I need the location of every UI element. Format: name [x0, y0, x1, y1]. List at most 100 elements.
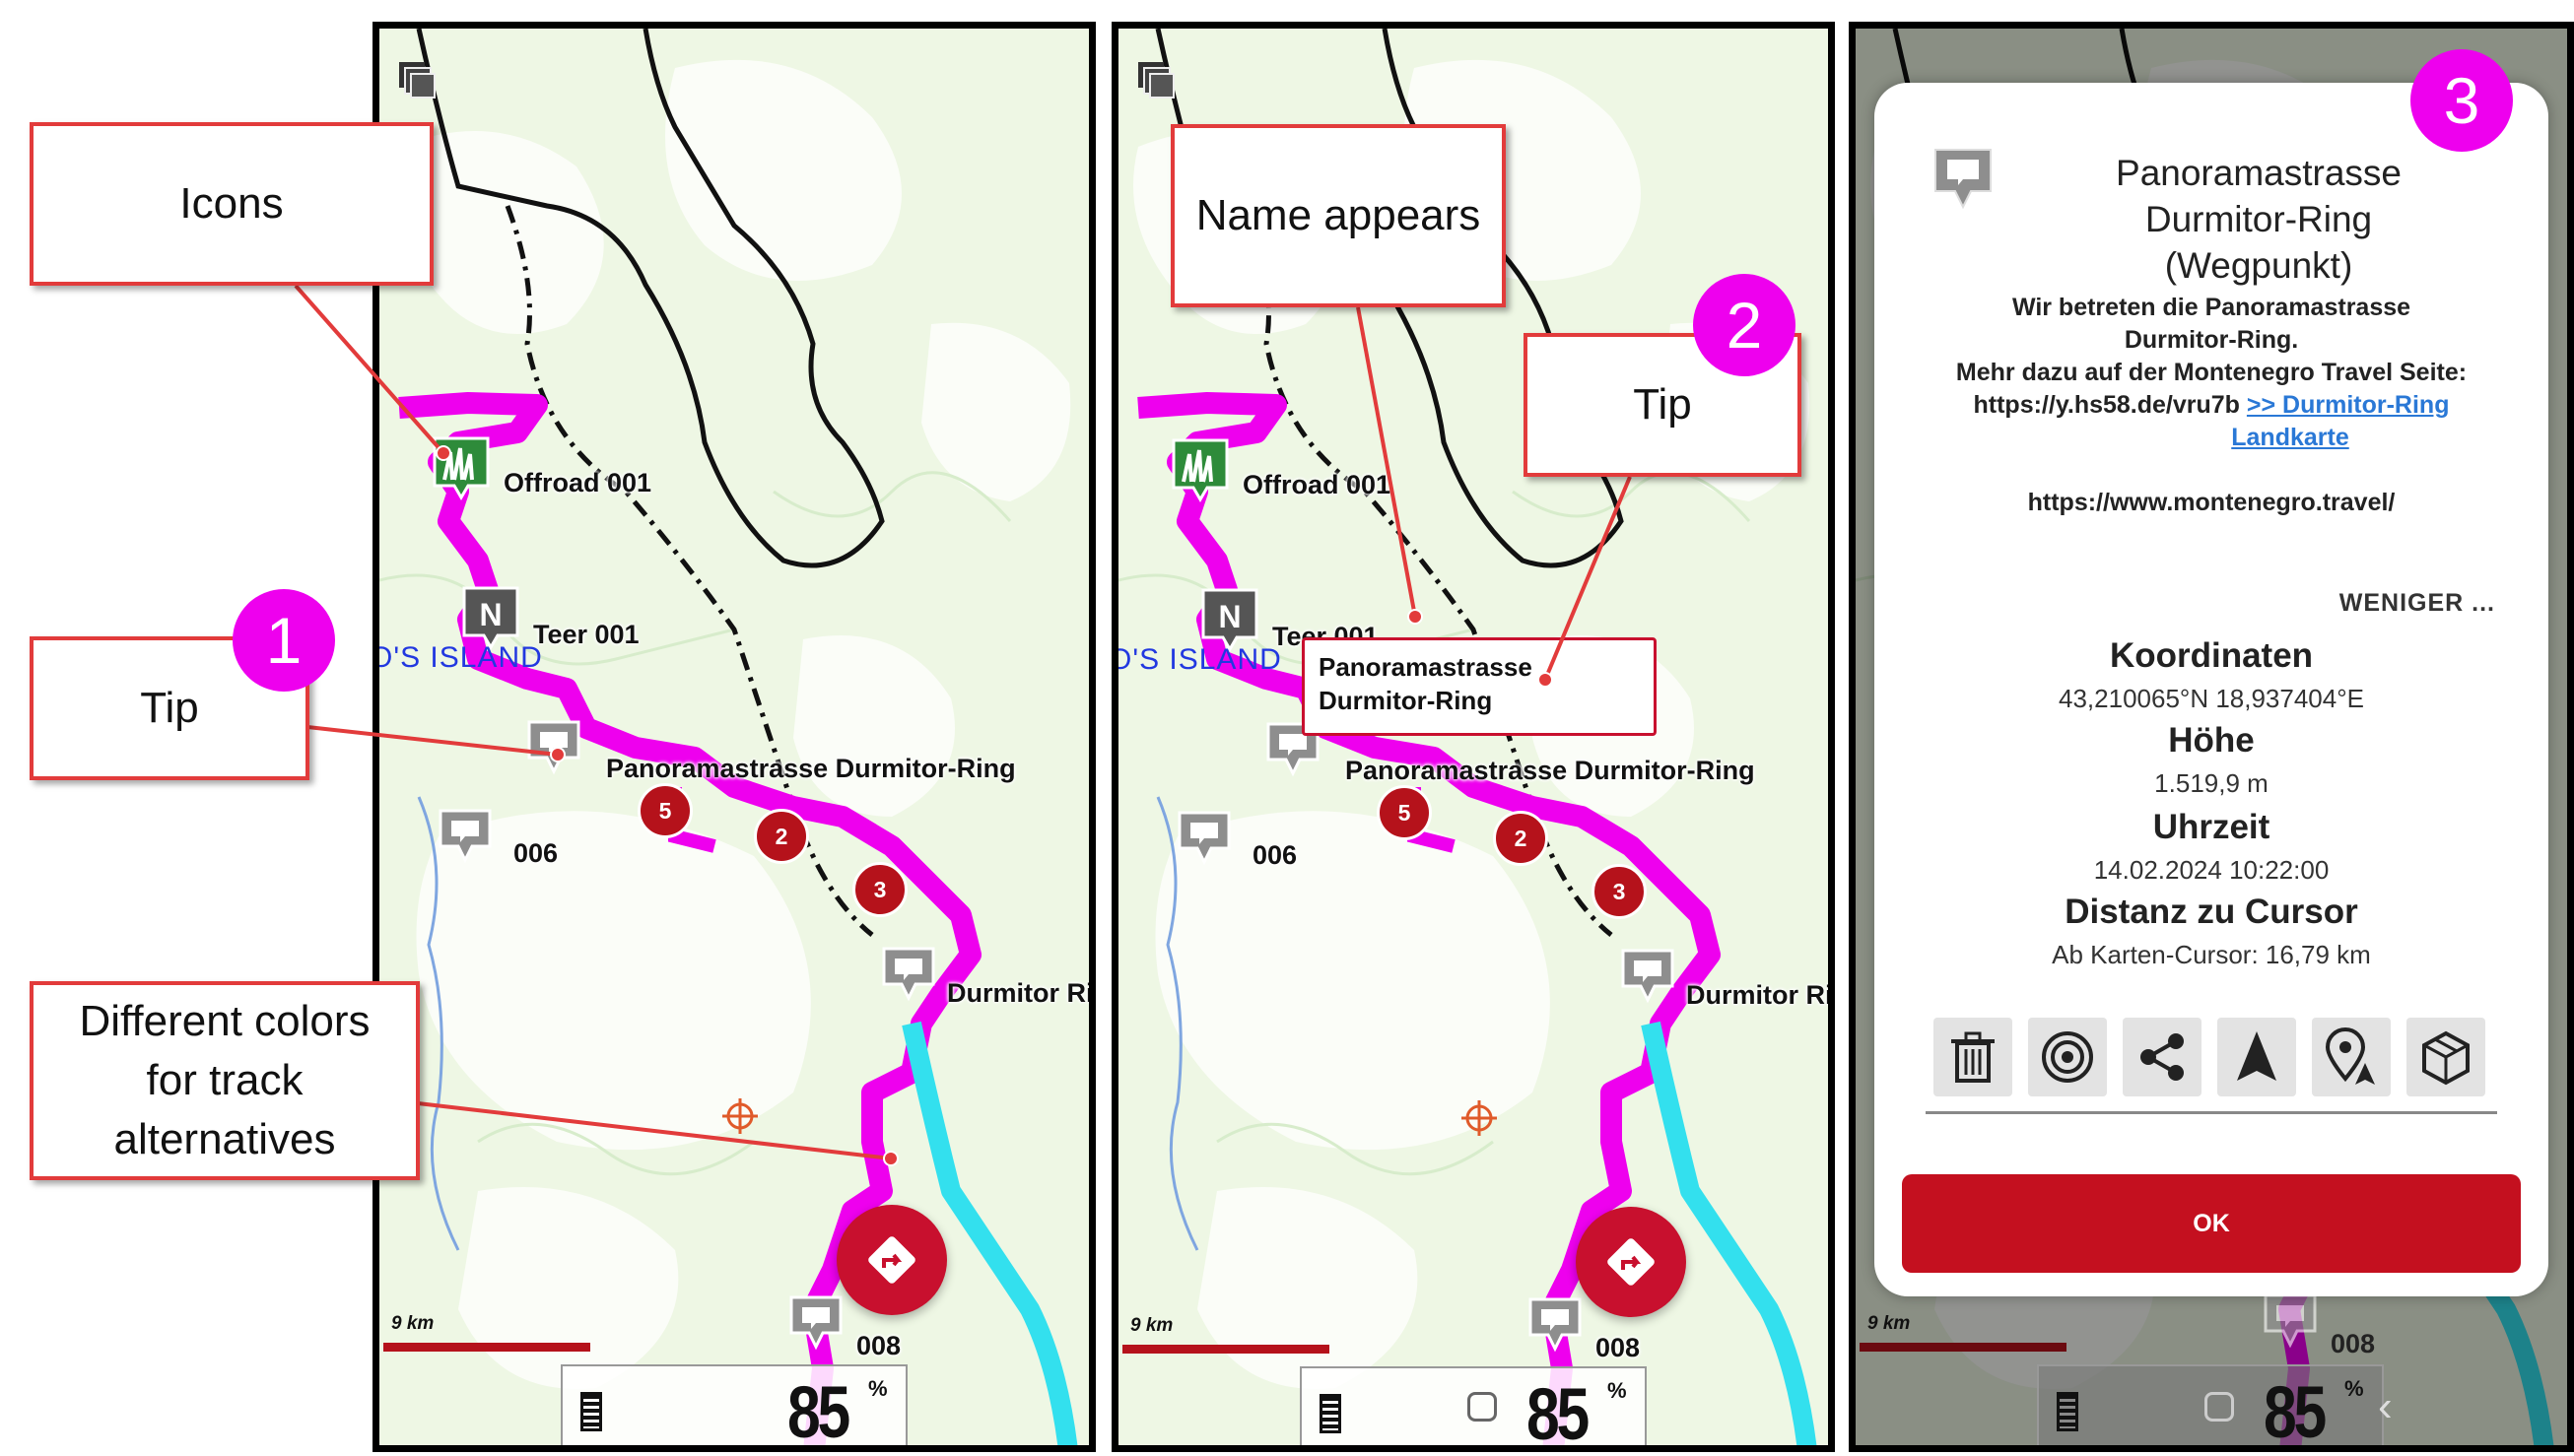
height-label: Höhe — [2168, 721, 2255, 760]
tooltip-line-2: Durmitor-Ring — [1319, 686, 1493, 715]
package-icon[interactable] — [2406, 1018, 2485, 1096]
scale-label: 9 km — [391, 1313, 435, 1334]
speech-bubble-icon[interactable] — [525, 718, 582, 775]
durmitor-ring-link[interactable]: >> Durmitor-Ring — [2247, 391, 2450, 419]
battery-icon — [2057, 1392, 2078, 1431]
waypoint-name-tooltip[interactable]: Panoramastrasse Durmitor-Ring — [1302, 637, 1657, 736]
speech-bubble-icon[interactable] — [437, 807, 494, 864]
svg-text:N: N — [479, 597, 502, 632]
site-url[interactable]: https://www.montenegro.travel/ — [1914, 487, 2509, 519]
callout-colors-line-1: Different colors — [79, 997, 371, 1045]
distance-label: Distanz zu Cursor — [2065, 893, 2358, 931]
waypoint-label-008: 008 — [1595, 1333, 1641, 1362]
scale-label: 9 km — [1867, 1313, 1911, 1334]
waypoint-label-006: 006 — [1253, 840, 1298, 870]
dialog-description: Wir betreten die Panoramastrasse Durmito… — [1914, 292, 2509, 519]
step-badge-2: 2 — [1693, 274, 1795, 376]
route-point-badge[interactable]: 3 — [852, 862, 908, 917]
speed-unit: % — [2344, 1376, 2364, 1401]
waypoint-speech-icon — [1931, 146, 1995, 215]
speed-unit: % — [868, 1376, 888, 1401]
waypoint-label-offroad: Offroad 001 — [1243, 470, 1391, 499]
callout-colors-line-3: alternatives — [113, 1115, 336, 1163]
navigation-fab[interactable] — [1576, 1207, 1686, 1317]
waypoint-label-008: 008 — [2331, 1329, 2376, 1358]
crosshair-icon — [1459, 1098, 1499, 1138]
svg-text:N: N — [1218, 599, 1241, 634]
trash-icon[interactable] — [1933, 1018, 2012, 1096]
scale-bar — [383, 1343, 590, 1352]
navigation-fab[interactable] — [837, 1205, 947, 1315]
callout-icons: Icons — [30, 122, 434, 286]
tooltip-line-1: Panoramastrasse — [1319, 652, 1532, 682]
title-line-2: Durmitor-Ring — [2144, 199, 2373, 239]
crosshair-icon — [720, 1096, 760, 1136]
route-point-badge[interactable]: 2 — [754, 809, 809, 864]
battery-icon — [1320, 1394, 1341, 1433]
home-button-icon[interactable] — [2204, 1392, 2234, 1422]
callout-track-colors: Different colors for track alternatives — [30, 981, 420, 1180]
route-point-badge[interactable]: 5 — [638, 783, 693, 838]
waypoint-label-006: 006 — [513, 838, 559, 868]
target-icon[interactable] — [2028, 1018, 2107, 1096]
dialog-title: Panoramastrasse Durmitor-Ring (Wegpunkt) — [2042, 150, 2475, 289]
time-label: Uhrzeit — [2152, 808, 2270, 846]
less-toggle[interactable]: WENIGER ... — [2339, 589, 2495, 618]
map-view[interactable] — [379, 29, 1096, 1452]
distance-value: Ab Karten-Cursor: 16,79 km — [2052, 940, 2371, 969]
desc-line-3: Mehr dazu auf der Montenegro Travel Seit… — [1955, 359, 2468, 386]
speech-bubble-icon[interactable] — [880, 945, 937, 1002]
battery-icon — [580, 1392, 602, 1431]
waypoint-label-durmitor: Durmitor Ri — [1686, 980, 1833, 1010]
home-button-icon[interactable] — [1467, 1392, 1497, 1422]
offroad-icon[interactable] — [1172, 438, 1229, 502]
time-value: 14.02.2024 10:22:00 — [2093, 855, 2330, 885]
north-asphalt-icon[interactable]: N — [1201, 588, 1258, 652]
speech-bubble-icon[interactable] — [1619, 947, 1676, 1004]
share-icon[interactable] — [2123, 1018, 2201, 1096]
waypoint-label-panorama: Panoramastrasse Durmitor-Ring — [606, 754, 1016, 783]
waypoint-label-panorama: Panoramastrasse Durmitor-Ring — [1345, 756, 1755, 785]
waypoint-label-durmitor: Durmitor Ri — [947, 978, 1094, 1008]
scale-label: 9 km — [1130, 1315, 1174, 1336]
scale-bar — [1122, 1345, 1329, 1354]
waypoint-label-teer: Teer 001 — [533, 620, 640, 649]
waypoint-label-offroad: Offroad 001 — [504, 468, 652, 497]
landkarte-link[interactable]: Landkarte — [2231, 424, 2348, 451]
layers-icon[interactable] — [397, 60, 437, 99]
back-icon[interactable]: ‹ — [2378, 1382, 2393, 1431]
phone-panel-1: O'S ISLAND Offroad 001 N Teer 001 Panora… — [373, 22, 1096, 1452]
step-badge-3: 3 — [2410, 49, 2513, 152]
speed-unit: % — [1607, 1378, 1627, 1403]
route-point-badge[interactable]: 5 — [1377, 785, 1432, 840]
toolbar-divider — [1926, 1111, 2497, 1114]
desc-line-1: Wir betreten die Panoramastrasse — [2011, 294, 2411, 321]
callout-colors-line-2: for track — [146, 1056, 304, 1104]
speed-value: 85 — [2264, 1371, 2327, 1452]
short-url[interactable]: https://y.hs58.de/vru7b — [1974, 391, 2240, 419]
height-value: 1.519,9 m — [2154, 768, 2269, 798]
coordinates-label: Koordinaten — [2109, 636, 2314, 675]
desc-line-2: Durmitor-Ring. — [2124, 326, 2299, 354]
speed-widget[interactable]: 85 % — [561, 1364, 908, 1452]
navigate-icon[interactable] — [2217, 1018, 2296, 1096]
callout-name-appears: Name appears — [1171, 124, 1506, 307]
place-pin-icon[interactable] — [2312, 1018, 2391, 1096]
coordinates-value: 43,210065°N 18,937404°E — [2059, 684, 2364, 713]
speed-value: 85 — [1526, 1373, 1590, 1452]
route-point-badge[interactable]: 3 — [1592, 864, 1647, 919]
north-asphalt-icon[interactable]: N — [462, 586, 519, 650]
route-point-badge[interactable]: 2 — [1493, 811, 1548, 866]
step-badge-1: 1 — [233, 589, 335, 692]
waypoint-details-dialog: Panoramastrasse Durmitor-Ring (Wegpunkt)… — [1874, 83, 2548, 1296]
ok-button[interactable]: OK — [1902, 1174, 2521, 1273]
speech-bubble-icon[interactable] — [1176, 809, 1233, 866]
offroad-icon[interactable] — [433, 436, 490, 500]
speed-value: 85 — [787, 1371, 850, 1452]
scale-bar — [1860, 1343, 2066, 1352]
title-line-1: Panoramastrasse — [2116, 153, 2402, 193]
speech-bubble-icon — [2262, 1291, 2319, 1349]
waypoint-label-008: 008 — [856, 1331, 902, 1360]
title-line-3: (Wegpunkt) — [2164, 245, 2353, 286]
layers-icon[interactable] — [1136, 60, 1176, 99]
